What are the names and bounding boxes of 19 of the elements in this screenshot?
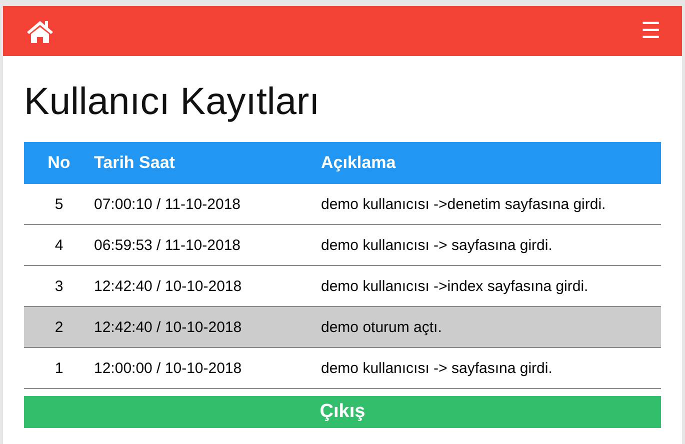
table-cell: 06:59:53 / 11-10-2018 [94, 224, 321, 266]
table-cell: 12:00:00 / 10-10-2018 [94, 348, 321, 388]
table-cell: demo kullanıcısı -> sayfasına girdi. [321, 348, 661, 388]
column-header: Tarih Saat [94, 142, 321, 184]
table-cell: 4 [24, 224, 94, 266]
table-cell: 5 [24, 184, 94, 224]
column-header: Açıklama [321, 142, 661, 184]
table-cell: demo kullanıcısı ->denetim sayfasına girdi. [321, 184, 661, 224]
table-cell: 1 [24, 348, 94, 388]
table-cell: 07:00:10 / 11-10-2018 [94, 184, 321, 224]
menu-icon[interactable]: ☰ [641, 20, 661, 42]
page-title: Kullanıcı Kayıtları [24, 80, 321, 125]
column-header: No [24, 142, 94, 184]
table-cell: 12:42:40 / 10-10-2018 [94, 306, 321, 348]
logout-button[interactable]: Çıkış [24, 396, 661, 428]
table-cell: demo oturum açtı. [321, 306, 661, 348]
table-cell: 2 [24, 306, 94, 348]
home-icon[interactable] [26, 19, 54, 43]
table-cell: demo kullanıcısı -> sayfasına girdi. [321, 224, 661, 266]
